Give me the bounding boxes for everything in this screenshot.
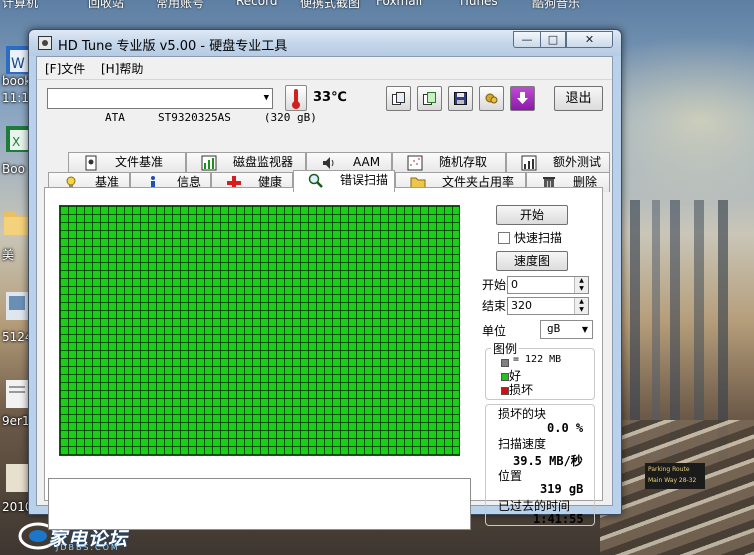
- position-value: 319 gB: [540, 482, 584, 496]
- start-field-label: 开始: [482, 278, 507, 292]
- drive-select[interactable]: ATA ST9320325AS (320 gB) ▼: [47, 88, 317, 124]
- chevron-down-icon: ▼: [263, 93, 269, 103]
- extra-tests-icon: [521, 155, 537, 171]
- start-position-input[interactable]: 0 ▲ ▼: [507, 276, 589, 294]
- wallpaper-road-sign: Parking Route Main Way 28-32: [645, 463, 705, 489]
- scan-speed-label: 扫描速度: [498, 437, 547, 451]
- desktop-icon-label: 美: [2, 248, 15, 262]
- options-button[interactable]: [479, 86, 504, 111]
- download-icon: [517, 92, 528, 104]
- hdtune-app-icon[interactable]: [38, 36, 52, 50]
- desktop-icon-label[interactable]: 回收站: [88, 0, 124, 11]
- quick-scan-checkbox[interactable]: [498, 232, 510, 244]
- tab-label: 文件基准: [115, 155, 164, 169]
- minimize-button[interactable]: —: [513, 31, 540, 48]
- quick-scan-label: 快速扫描: [514, 231, 563, 245]
- tab-file-benchmark[interactable]: 文件基准: [68, 152, 186, 172]
- tab-random-access[interactable]: 随机存取: [392, 152, 506, 172]
- temperature-value: 33℃: [313, 90, 347, 105]
- svg-text:X: X: [12, 135, 20, 149]
- unit-select-value: gB: [547, 322, 561, 335]
- legend-bad-swatch: [501, 387, 509, 395]
- scan-block-map: [59, 205, 460, 456]
- legend-block-size: = 122 MB: [513, 354, 562, 365]
- tab-label: 随机存取: [439, 155, 488, 169]
- start-position-value: 0: [511, 278, 518, 291]
- menu-bar: [F]文件 [H]帮助: [37, 57, 612, 79]
- desktop-icon-label: 9er1: [2, 414, 30, 428]
- elapsed-time-value: 1:41:55: [533, 512, 584, 526]
- tab-error-scan[interactable]: 错误扫描: [293, 170, 395, 192]
- tab-disk-monitor[interactable]: 磁盘监视器: [186, 152, 306, 172]
- forum-logo-subtext: JDBBS.COM: [56, 543, 120, 552]
- end-field-label: 结束: [482, 299, 507, 313]
- error-scan-icon: [308, 173, 323, 188]
- spin-down-icon[interactable]: ▼: [574, 285, 588, 293]
- exit-button[interactable]: 退出: [554, 86, 603, 111]
- svg-text:W: W: [11, 56, 25, 72]
- spin-up-icon[interactable]: ▲: [574, 277, 588, 285]
- copy-all-icon: [423, 92, 436, 105]
- thermometer-icon: [285, 85, 307, 111]
- damaged-blocks-label: 损坏的块: [498, 407, 547, 421]
- hdtune-window: HD Tune 专业版 v5.00 - 硬盘专业工具 — □ ✕ [F]文件 […: [28, 29, 622, 530]
- desktop-top-labels: 计算机 回收站 常用账号 Record 便携式截图 Foxmail iTunes…: [0, 0, 600, 11]
- damaged-blocks-value: 0.0 %: [547, 421, 584, 435]
- desktop-icon-label[interactable]: Foxmail: [376, 0, 422, 8]
- desktop-icon-label[interactable]: 常用账号: [156, 0, 204, 11]
- tab-label: 错误扫描: [340, 173, 389, 187]
- start-scan-button[interactable]: 开始: [496, 205, 568, 225]
- tab-label: 磁盘监视器: [233, 155, 294, 169]
- scan-log-box[interactable]: [48, 478, 471, 530]
- close-button[interactable]: ✕: [566, 31, 613, 48]
- random-access-icon: [407, 155, 423, 171]
- title-bar[interactable]: HD Tune 专业版 v5.00 - 硬盘专业工具 — □ ✕: [29, 30, 621, 56]
- speaker-icon: [323, 157, 334, 169]
- maximize-icon: □: [547, 33, 559, 46]
- spin-up-icon[interactable]: ▲: [574, 298, 588, 306]
- legend-block-swatch: [501, 359, 509, 367]
- desktop-icon-label[interactable]: Record: [236, 0, 277, 8]
- error-scan-panel: 开始 快速扫描 速度图 开始 0 ▲ ▼ 结束 320 ▲ ▼ 单位 gB ▼: [44, 187, 603, 530]
- desktop-icon-label: Boo: [2, 162, 25, 176]
- download-button[interactable]: [510, 86, 535, 111]
- tab-extra-tests[interactable]: 额外测试: [506, 152, 610, 172]
- save-button[interactable]: [448, 86, 473, 111]
- window-title: HD Tune 专业版 v5.00 - 硬盘专业工具: [58, 39, 288, 54]
- window-client-area: [F]文件 [H]帮助 ATA ST9320325AS (320 gB) ▼ 3…: [36, 56, 613, 530]
- file-benchmark-icon: [85, 155, 97, 171]
- desktop-icon-label[interactable]: 酷狗音乐: [532, 0, 580, 11]
- toolbar: ATA ST9320325AS (320 gB) ▼ 33℃ 退出: [37, 79, 612, 124]
- maximize-button[interactable]: □: [540, 31, 566, 48]
- desktop-icon-label[interactable]: iTunes: [460, 0, 498, 8]
- speed-map-button[interactable]: 速度图: [496, 251, 568, 271]
- disk-monitor-icon: [201, 155, 217, 171]
- scan-speed-value: 39.5 MB/秒: [513, 454, 583, 468]
- legend-good-swatch: [501, 373, 509, 381]
- copy-all-button[interactable]: [417, 86, 442, 111]
- tab-label: 额外测试: [553, 155, 602, 169]
- position-label: 位置: [498, 469, 523, 483]
- legend-bad-label: 损坏: [509, 383, 534, 397]
- chevron-down-icon: ▼: [581, 325, 588, 334]
- unit-select[interactable]: gB ▼: [540, 320, 593, 339]
- copy-icon: [392, 92, 405, 105]
- options-icon: [485, 93, 498, 104]
- close-icon: ✕: [584, 33, 595, 46]
- spin-down-icon[interactable]: ▼: [574, 306, 588, 314]
- copy-button[interactable]: [386, 86, 411, 111]
- end-position-input[interactable]: 320 ▲ ▼: [507, 297, 589, 315]
- minimize-icon: —: [521, 33, 533, 46]
- tab-aam[interactable]: AAM: [306, 152, 392, 172]
- desktop-icon-label: book: [2, 74, 32, 88]
- save-icon: [454, 92, 467, 105]
- end-position-value: 320: [511, 299, 532, 312]
- desktop-icon-label[interactable]: 计算机: [2, 0, 38, 11]
- menu-file[interactable]: [F]文件: [45, 60, 85, 77]
- menu-help[interactable]: [H]帮助: [101, 60, 143, 77]
- desktop-icon-label[interactable]: 便携式截图: [300, 0, 360, 11]
- unit-label: 单位: [482, 324, 507, 338]
- drive-select-value: ATA ST9320325AS (320 gB): [104, 111, 317, 124]
